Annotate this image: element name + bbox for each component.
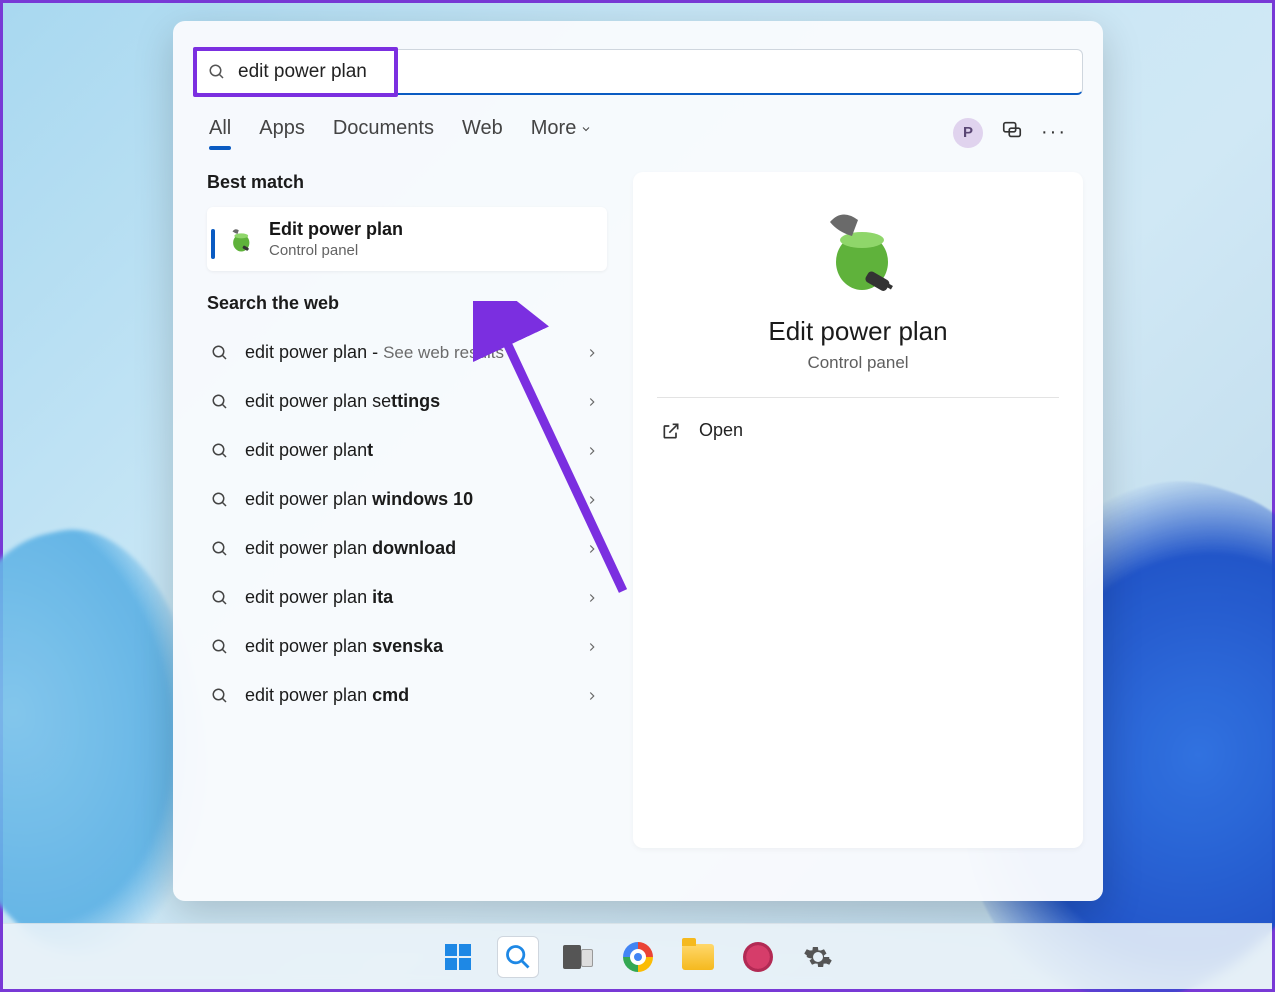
chevron-right-icon (585, 346, 599, 360)
web-result-label: edit power plan windows 10 (245, 489, 569, 510)
taskbar-file-explorer[interactable] (677, 936, 719, 978)
gear-icon (803, 942, 833, 972)
web-result-label: edit power plant (245, 440, 569, 461)
open-action[interactable]: Open (657, 408, 1059, 453)
web-result-1[interactable]: edit power plan settings (207, 377, 607, 426)
tab-more-label: More (531, 117, 577, 140)
search-input[interactable] (238, 61, 1068, 83)
web-result-label: edit power plan settings (245, 391, 569, 412)
taskbar-settings[interactable] (797, 936, 839, 978)
start-search-panel: All Apps Documents Web More P ··· Best m… (173, 21, 1103, 901)
best-match-result[interactable]: Edit power plan Control panel (207, 207, 607, 271)
web-result-2[interactable]: edit power plant (207, 426, 607, 475)
start-button[interactable] (437, 936, 479, 978)
web-result-label: edit power plan download (245, 538, 569, 559)
task-view-icon (563, 945, 593, 969)
search-icon (504, 943, 532, 971)
search-icon (211, 687, 229, 705)
chrome-icon (623, 942, 653, 972)
account-avatar[interactable]: P (953, 118, 983, 148)
taskbar-chrome[interactable] (617, 936, 659, 978)
chevron-down-icon (580, 123, 592, 135)
result-detail-pane: Edit power plan Control panel Open (633, 172, 1083, 848)
divider (657, 397, 1059, 398)
tab-more[interactable]: More (531, 117, 593, 148)
more-options-icon[interactable]: ··· (1041, 121, 1067, 144)
tab-documents[interactable]: Documents (333, 117, 434, 148)
chevron-right-icon (585, 395, 599, 409)
search-web-header: Search the web (207, 293, 607, 314)
best-match-title: Edit power plan (269, 219, 403, 240)
chevron-right-icon (585, 591, 599, 605)
web-result-label: edit power plan svenska (245, 636, 569, 657)
web-result-label: edit power plan - See web results (245, 342, 569, 363)
search-icon (211, 491, 229, 509)
open-external-icon (661, 421, 681, 441)
web-result-label: edit power plan cmd (245, 685, 569, 706)
tab-web[interactable]: Web (462, 117, 503, 148)
search-icon (211, 393, 229, 411)
chevron-right-icon (585, 640, 599, 654)
web-result-5[interactable]: edit power plan ita (207, 573, 607, 622)
search-icon (211, 638, 229, 656)
chevron-right-icon (585, 444, 599, 458)
chevron-right-icon (585, 542, 599, 556)
detail-subtitle: Control panel (657, 353, 1059, 373)
web-result-4[interactable]: edit power plan download (207, 524, 607, 573)
search-icon (211, 540, 229, 558)
taskbar (3, 923, 1272, 989)
search-box[interactable] (193, 49, 1083, 95)
pink-app-icon (743, 942, 773, 972)
chat-icon[interactable] (1001, 119, 1023, 146)
search-icon (211, 589, 229, 607)
power-plan-icon (225, 224, 255, 254)
windows-logo-icon (443, 942, 473, 972)
chevron-right-icon (585, 493, 599, 507)
web-result-0[interactable]: edit power plan - See web results (207, 328, 607, 377)
chevron-right-icon (585, 689, 599, 703)
detail-title: Edit power plan (657, 316, 1059, 347)
tab-apps[interactable]: Apps (259, 117, 305, 148)
search-icon (208, 63, 226, 81)
best-match-subtitle: Control panel (269, 242, 403, 259)
taskbar-search-button[interactable] (497, 936, 539, 978)
power-plan-large-icon (810, 202, 906, 298)
web-results-list: edit power plan - See web results edit po… (207, 328, 607, 720)
tab-all[interactable]: All (209, 117, 231, 148)
web-result-label: edit power plan ita (245, 587, 569, 608)
folder-icon (682, 944, 714, 970)
open-action-label: Open (699, 420, 743, 441)
filter-tabs: All Apps Documents Web More (209, 117, 592, 148)
web-result-6[interactable]: edit power plan svenska (207, 622, 607, 671)
search-icon (211, 344, 229, 362)
taskbar-app-pink[interactable] (737, 936, 779, 978)
task-view-button[interactable] (557, 936, 599, 978)
web-result-7[interactable]: edit power plan cmd (207, 671, 607, 720)
search-icon (211, 442, 229, 460)
best-match-header: Best match (207, 172, 607, 193)
web-result-3[interactable]: edit power plan windows 10 (207, 475, 607, 524)
